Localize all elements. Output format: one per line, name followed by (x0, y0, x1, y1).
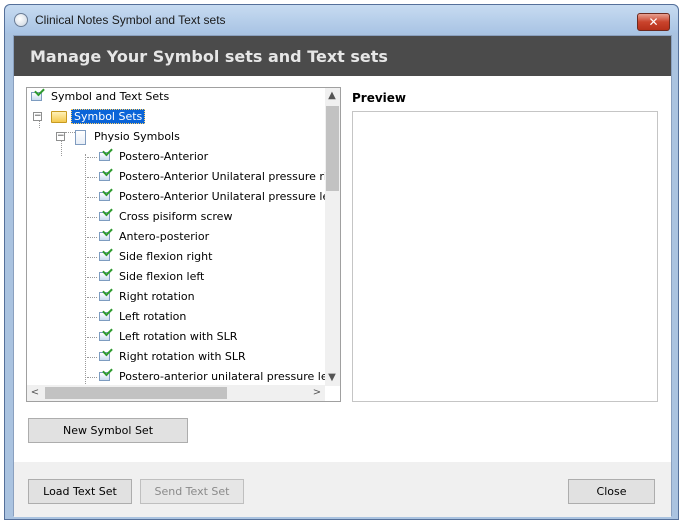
dialog-body: Manage Your Symbol sets and Text sets Sy… (13, 35, 672, 517)
tree-item-label: Cross pisiform screw (119, 210, 233, 223)
tree-item-label: Side flexion right (119, 250, 213, 263)
check-leaf-icon (99, 225, 113, 243)
tree-item-label: Postero-Anterior (119, 150, 209, 163)
collapse-set-icon[interactable]: − (56, 132, 65, 141)
tree-connector (87, 237, 97, 238)
folder-icon (51, 111, 67, 123)
footer-bar: Load Text Set Send Text Set Close (14, 462, 671, 517)
tree-item[interactable]: Left rotation with SLR (99, 325, 238, 346)
tree-connector (87, 217, 97, 218)
check-leaf-icon (99, 165, 113, 183)
tree-item[interactable]: Right rotation (99, 285, 195, 306)
tree-connector (87, 197, 97, 198)
horizontal-scroll-thumb[interactable] (45, 387, 227, 399)
tree-connector (87, 317, 97, 318)
tree-set-label: Physio Symbols (94, 130, 180, 143)
tree-item[interactable]: Cross pisiform screw (99, 205, 233, 226)
tree-item[interactable]: Right rotation with SLR (99, 345, 246, 366)
tree-item[interactable]: Antero-posterior (99, 225, 210, 246)
tree-item[interactable]: Side flexion right (99, 245, 213, 266)
close-window-button[interactable]: ✕ (637, 13, 670, 31)
tree-item[interactable]: Left rotation (99, 305, 187, 326)
check-leaf-icon (99, 365, 113, 383)
tree-connector (87, 357, 97, 358)
tree-item[interactable]: Postero-Anterior Unilateral pressure rig… (99, 165, 341, 186)
check-leaf-icon (99, 345, 113, 363)
tree-connector (87, 277, 97, 278)
preview-pane (352, 111, 658, 402)
tree-item[interactable]: Postero-anterior unilateral pressure lef… (99, 365, 341, 386)
tree-item[interactable]: Postero-Anterior Unilateral pressure lef… (99, 185, 338, 206)
check-leaf-icon (99, 265, 113, 283)
preview-label: Preview (352, 91, 407, 105)
tree-item[interactable]: Postero-Anterior (99, 145, 209, 166)
tree-item-label: Postero-anterior unilateral pressure lef… (119, 370, 341, 383)
close-button[interactable]: Close (568, 479, 655, 504)
tree-connector (87, 257, 97, 258)
document-icon (75, 129, 86, 145)
collapse-folder-icon[interactable]: − (33, 112, 42, 121)
check-leaf-icon (99, 325, 113, 343)
tree-item-label: Antero-posterior (119, 230, 210, 243)
symbol-text-tree[interactable]: Symbol and Text Sets − Symbol Sets − Phy… (26, 87, 341, 402)
tree-connector (87, 377, 97, 378)
check-leaf-icon (99, 185, 113, 203)
vertical-scroll-thumb[interactable] (326, 106, 339, 191)
tree-item-label: Left rotation with SLR (119, 330, 238, 343)
check-leaf-icon (99, 145, 113, 163)
horizontal-scrollbar[interactable]: < > (27, 385, 325, 401)
scroll-up-icon[interactable]: ▲ (325, 89, 339, 103)
scroll-left-icon[interactable]: < (28, 386, 42, 400)
tree-connector (87, 297, 97, 298)
tree-item-label: Side flexion left (119, 270, 205, 283)
send-text-set-button[interactable]: Send Text Set (140, 479, 244, 504)
tree-connector (65, 132, 75, 133)
new-symbol-set-button[interactable]: New Symbol Set (28, 418, 188, 443)
header-band: Manage Your Symbol sets and Text sets (14, 36, 671, 76)
tree-item-label: Postero-Anterior Unilateral pressure lef… (119, 190, 338, 203)
app-icon (14, 13, 28, 27)
dialog-window: Clinical Notes Symbol and Text sets ✕ Ma… (4, 4, 679, 520)
load-text-set-button[interactable]: Load Text Set (28, 479, 132, 504)
title-bar[interactable]: Clinical Notes Symbol and Text sets ✕ (5, 5, 678, 33)
tree-folder-symbol-sets[interactable]: Symbol Sets (51, 108, 146, 126)
tree-item-label: Right rotation (119, 290, 195, 303)
scroll-down-icon[interactable]: ▼ (325, 371, 339, 385)
tree-root[interactable]: Symbol and Text Sets (31, 88, 169, 106)
tree-item-label: Right rotation with SLR (119, 350, 246, 363)
tree-item[interactable]: Side flexion left (99, 265, 205, 286)
header-title: Manage Your Symbol sets and Text sets (30, 47, 388, 66)
tree-folder-label: Symbol Sets (71, 109, 146, 124)
tree-connector (85, 154, 86, 401)
tree-connector (87, 177, 97, 178)
vertical-scrollbar[interactable]: ▲ ▼ (325, 88, 340, 386)
check-leaf-icon (99, 205, 113, 223)
tree-root-label: Symbol and Text Sets (51, 90, 170, 103)
check-leaf-icon (31, 88, 45, 103)
tree-item-label: Left rotation (119, 310, 187, 323)
tree-connector (87, 157, 97, 158)
check-leaf-icon (99, 245, 113, 263)
tree-item-label: Postero-Anterior Unilateral pressure rig… (119, 170, 341, 183)
tree-connector (87, 337, 97, 338)
scroll-right-icon[interactable]: > (310, 386, 324, 400)
check-leaf-icon (99, 285, 113, 303)
tree-set-physio-symbols[interactable]: Physio Symbols (75, 128, 180, 146)
window-title: Clinical Notes Symbol and Text sets (35, 13, 226, 27)
check-leaf-icon (99, 305, 113, 323)
